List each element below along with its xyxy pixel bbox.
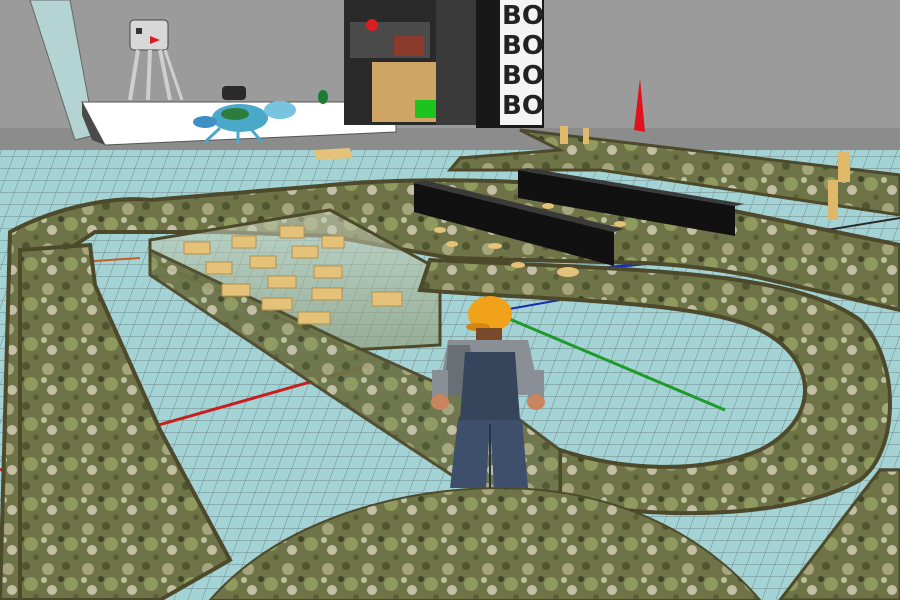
poster-row-2: BO [502,31,544,61]
sign-poster[interactable]: BO BO BO BO [476,0,544,128]
wooden-post[interactable] [838,152,850,182]
poster-row-4: BO [502,91,544,121]
scene-canvas[interactable]: BO BO BO BO [0,0,900,600]
dark-device[interactable] [222,86,246,100]
wooden-post[interactable] [828,180,838,220]
back-wall-panel [436,0,476,125]
game-viewport[interactable]: BO BO BO BO [0,0,900,600]
wooden-post[interactable] [583,128,589,144]
poster-row-3: BO [502,61,544,91]
dark-shelf-unit[interactable] [344,0,441,125]
poster-row-1: BO [502,1,544,31]
green-marker[interactable] [318,90,328,104]
wooden-plank[interactable] [314,148,352,160]
wooden-post[interactable] [560,126,568,144]
